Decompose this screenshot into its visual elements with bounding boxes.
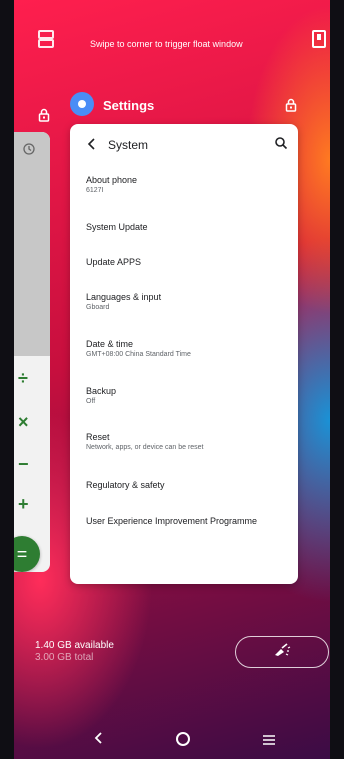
minus-button[interactable]: −	[18, 454, 29, 475]
list-item-system-update[interactable]: System Update	[86, 221, 286, 233]
memory-available: 1.40 GB available	[35, 640, 114, 651]
list-item-user-experience[interactable]: User Experience Improvement Programme	[86, 515, 286, 527]
item-subtitle: Gboard	[86, 304, 110, 311]
right-edge	[330, 0, 344, 759]
list-item-reset[interactable]: Reset Network, apps, or device can be re…	[86, 431, 286, 453]
list-item-update-apps[interactable]: Update APPS	[86, 256, 286, 268]
left-edge	[0, 0, 14, 759]
item-subtitle: Off	[86, 398, 96, 405]
clear-all-button[interactable]	[235, 636, 329, 668]
page-title: System	[108, 138, 149, 152]
list-item-backup[interactable]: Backup Off	[86, 385, 286, 407]
list-item-about-phone[interactable]: About phone 6127I	[86, 174, 286, 196]
item-title: Backup	[86, 386, 117, 396]
chevron-left-icon[interactable]	[84, 136, 100, 152]
history-icon[interactable]	[22, 142, 38, 158]
divide-button[interactable]: ÷	[18, 368, 28, 389]
nav-home-icon[interactable]	[176, 732, 190, 746]
recents-screen: Swipe to corner to trigger float window …	[0, 0, 344, 759]
calculator-card[interactable]: ÷ × − + =	[14, 132, 50, 572]
item-title: Update APPS	[86, 257, 142, 267]
navigation-bar	[0, 720, 344, 759]
list-item-languages[interactable]: Languages & input Gboard	[86, 291, 286, 313]
float-window-icon[interactable]	[312, 30, 326, 48]
nav-recents-icon[interactable]	[262, 733, 276, 745]
search-icon[interactable]	[274, 136, 288, 150]
item-title: About phone	[86, 175, 138, 185]
memory-total: 3.00 GB total	[35, 652, 94, 663]
multiply-button[interactable]: ×	[18, 412, 29, 433]
item-subtitle: Network, apps, or device can be reset	[86, 444, 204, 451]
item-title: System Update	[86, 222, 148, 232]
lock-icon[interactable]	[38, 108, 50, 122]
item-title: Regulatory & safety	[86, 480, 165, 490]
list-item-date-time[interactable]: Date & time GMT+08:00 China Standard Tim…	[86, 338, 286, 360]
item-subtitle: GMT+08:00 China Standard Time	[86, 351, 191, 358]
item-title: User Experience Improvement Programme	[86, 516, 258, 526]
lock-icon[interactable]	[285, 98, 297, 112]
plus-button[interactable]: +	[18, 494, 29, 515]
list-item-regulatory[interactable]: Regulatory & safety	[86, 479, 286, 491]
equals-button[interactable]: =	[14, 536, 40, 572]
settings-card[interactable]: System About phone 6127I System Update U…	[70, 124, 298, 584]
item-title: Languages & input	[86, 292, 162, 302]
item-title: Reset	[86, 432, 110, 442]
settings-header: System	[70, 124, 298, 164]
split-screen-icon[interactable]	[38, 30, 54, 48]
item-subtitle: 6127I	[86, 187, 104, 194]
broom-clear-icon	[273, 642, 291, 662]
memory-info: 1.40 GB available 3.00 GB total	[35, 640, 114, 664]
float-window-hint: Swipe to corner to trigger float window	[90, 39, 243, 49]
app-title: Settings	[103, 98, 155, 113]
item-title: Date & time	[86, 339, 134, 349]
settings-gear-icon[interactable]	[70, 92, 94, 116]
calculator-display	[14, 132, 50, 356]
nav-back-icon[interactable]	[92, 730, 106, 746]
